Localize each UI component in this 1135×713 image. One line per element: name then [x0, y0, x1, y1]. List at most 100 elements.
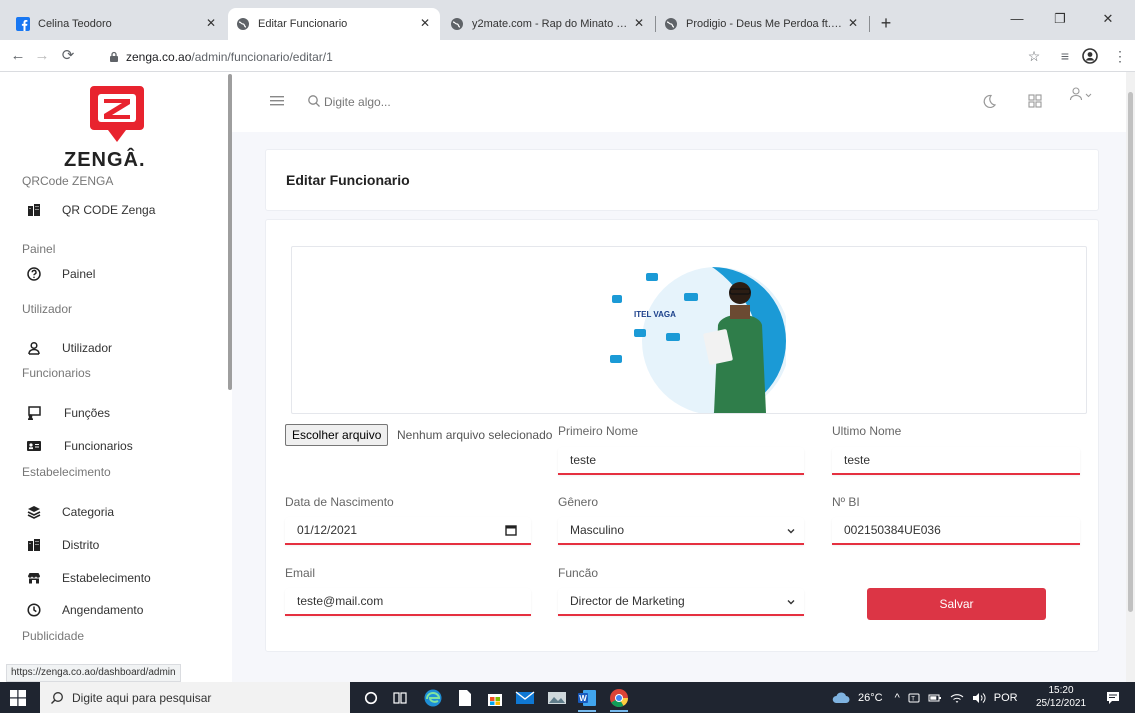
sidebar-item-label: Angendamento	[62, 603, 144, 617]
weather-cloud-icon[interactable]	[832, 692, 850, 704]
save-button[interactable]: Salvar	[867, 588, 1046, 620]
taskbar-search-box[interactable]: Digite aqui para pesquisar	[40, 682, 350, 713]
clock-time: 15:20	[1048, 685, 1074, 696]
tab-label: Celina Teodoro	[38, 18, 112, 30]
screen: Celina Teodoro ✕ Editar Funcionario ✕ y2…	[0, 0, 1135, 713]
sidebar-item-qr-code[interactable]: QR CODE Zenga	[26, 200, 155, 220]
sidebar-item-label: Funcionarios	[64, 439, 133, 453]
windows-taskbar: Digite aqui para pesquisar W 26°C ^ T PO…	[0, 682, 1135, 713]
gender-select[interactable]: Masculino	[558, 517, 804, 545]
reload-icon[interactable]: ⟳	[58, 46, 78, 66]
last-name-field[interactable]: teste	[832, 447, 1080, 475]
sidebar-item-label: Categoria	[62, 505, 115, 519]
user-icon	[26, 340, 42, 356]
sidebar-item-label: Estabelecimento	[62, 571, 151, 585]
reading-list-icon[interactable]: ≡	[1055, 46, 1075, 66]
edge-icon[interactable]	[422, 687, 444, 709]
tab-y2mate[interactable]: y2mate.com - Rap do Minato e N ✕	[442, 8, 654, 40]
sidebar-item-estabelecimento[interactable]: Estabelecimento	[26, 568, 151, 588]
grid-icon[interactable]	[1026, 92, 1044, 110]
back-arrow-icon[interactable]: ←	[8, 46, 28, 66]
chrome-icon[interactable]	[608, 687, 630, 712]
battery-icon[interactable]	[928, 693, 942, 703]
new-tab-button[interactable]: +	[876, 13, 896, 34]
word-icon[interactable]: W	[576, 687, 598, 712]
notification-icon[interactable]	[1105, 690, 1121, 706]
search-input[interactable]	[324, 91, 624, 113]
gender-label: Gênero	[558, 495, 599, 509]
bi-number-field[interactable]: 002150384UE036	[832, 517, 1080, 545]
hamburger-menu-icon[interactable]	[270, 94, 286, 108]
minimize-icon[interactable]: —	[997, 6, 1037, 32]
sidebar-section-publicidade: Publicidade	[22, 629, 85, 643]
windows-start-icon[interactable]	[10, 690, 26, 706]
mail-icon[interactable]	[514, 687, 536, 709]
birth-date-field[interactable]: 01/12/2021	[285, 517, 531, 545]
sidebar-item-categoria[interactable]: Categoria	[26, 502, 114, 522]
sidebar-item-angendamento[interactable]: Angendamento	[26, 600, 143, 620]
wifi-icon[interactable]	[950, 692, 964, 704]
id-card-icon	[26, 438, 42, 454]
sidebar-item-distrito[interactable]: Distrito	[26, 535, 99, 555]
sidebar-section-funcionarios: Funcionarios	[22, 366, 91, 380]
close-icon[interactable]: ✕	[846, 16, 860, 30]
close-icon[interactable]: ✕	[632, 16, 646, 30]
photos-icon[interactable]	[546, 687, 568, 709]
chevron-up-icon[interactable]: ^	[895, 692, 900, 704]
tab-separator	[869, 16, 870, 32]
sidebar-item-utilizador[interactable]: Utilizador	[26, 338, 112, 358]
taskbar-search-placeholder: Digite aqui para pesquisar	[72, 690, 212, 705]
restore-icon[interactable]: ❐	[1040, 6, 1080, 32]
teams-icon[interactable]: T	[908, 692, 920, 704]
forward-arrow-icon[interactable]: →	[32, 46, 52, 66]
page-scrollbar[interactable]	[1126, 72, 1135, 682]
clock[interactable]: 15:20 25/12/2021	[1036, 684, 1086, 710]
page-scrollbar-thumb[interactable]	[1128, 92, 1133, 612]
search-icon	[307, 94, 321, 108]
page-header-card: Editar Funcionario	[265, 149, 1099, 211]
first-name-field[interactable]: teste	[558, 447, 804, 475]
system-tray: 26°C ^ T POR	[832, 682, 1026, 713]
language-indicator[interactable]: POR	[994, 692, 1018, 704]
choose-file-button[interactable]: Escolher arquivo	[285, 424, 389, 446]
task-view-icon[interactable]	[389, 687, 411, 709]
volume-icon[interactable]	[972, 692, 986, 704]
calendar-icon[interactable]	[505, 524, 517, 536]
bi-number-label: Nº BI	[832, 495, 860, 509]
edit-employee-form: ITEL VAGA Escolher arquivo Nenhum arquiv…	[265, 219, 1099, 652]
building-icon	[26, 537, 42, 553]
tab-celina-teodoro[interactable]: Celina Teodoro ✕	[8, 8, 226, 40]
cortana-icon[interactable]	[360, 687, 382, 709]
store-app-icon[interactable]	[484, 687, 506, 709]
birth-date-value: 01/12/2021	[297, 523, 358, 537]
profile-icon[interactable]	[1080, 46, 1100, 66]
last-name-label: Ultimo Nome	[832, 424, 902, 438]
chevron-down-icon	[787, 600, 795, 605]
email-label: Email	[285, 566, 316, 580]
role-select[interactable]: Director de Marketing	[558, 588, 804, 616]
browser-tab-strip: Celina Teodoro ✕ Editar Funcionario ✕ y2…	[0, 0, 1135, 40]
window-close-icon[interactable]: ✕	[1088, 6, 1128, 32]
address-bar[interactable]: zenga.co.ao/admin/funcionario/editar/1	[108, 46, 1068, 68]
file-icon[interactable]	[454, 687, 476, 709]
globe-icon	[236, 17, 250, 31]
tab-editar-funcionario[interactable]: Editar Funcionario ✕	[228, 8, 440, 40]
preview-image-text: ITEL VAGA	[634, 310, 676, 319]
tab-prodigio[interactable]: Prodigio - Deus Me Perdoa ft. Ng ✕	[656, 8, 868, 40]
link-status-tooltip: https://zenga.co.ao/dashboard/admin	[6, 664, 181, 682]
sidebar-item-funcionarios[interactable]: Funcionarios	[26, 436, 133, 456]
weather-temperature[interactable]: 26°C	[858, 692, 883, 704]
sidebar-item-painel[interactable]: Painel	[26, 264, 95, 284]
sidebar-item-funcoes[interactable]: Funções	[26, 403, 110, 423]
close-icon[interactable]: ✕	[204, 16, 218, 30]
moon-icon[interactable]	[980, 92, 998, 110]
user-menu-icon[interactable]	[1068, 86, 1094, 104]
star-icon[interactable]: ☆	[1024, 46, 1044, 66]
sidebar-item-label: QR CODE Zenga	[62, 203, 156, 217]
sidebar-item-label: Utilizador	[62, 341, 113, 355]
sidebar-item-label: Funções	[64, 406, 111, 420]
building-icon	[26, 202, 42, 218]
close-icon[interactable]: ✕	[418, 16, 432, 30]
email-field[interactable]: teste@mail.com	[285, 588, 531, 616]
more-menu-icon[interactable]: ⋮	[1110, 46, 1130, 66]
